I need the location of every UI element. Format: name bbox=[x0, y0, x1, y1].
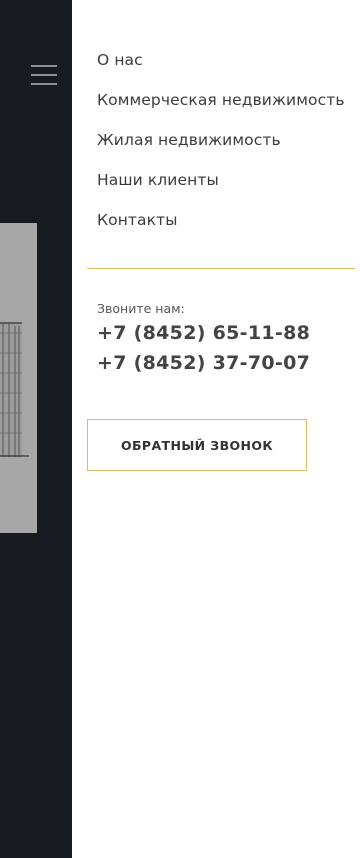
callback-button[interactable]: ОБРАТНЫЙ ЗВОНОК bbox=[87, 419, 307, 471]
nav-list: О нас Коммерческая недвижимость Жилая не… bbox=[97, 49, 345, 249]
nav-link-about[interactable]: О нас bbox=[97, 49, 345, 71]
phone-link-1[interactable]: +7 (8452) 65-11-88 bbox=[97, 322, 310, 344]
nav-link-contacts[interactable]: Контакты bbox=[97, 209, 345, 231]
hamburger-icon[interactable] bbox=[31, 64, 57, 86]
nav-item-clients: Наши клиенты bbox=[97, 169, 345, 209]
nav-link-residential[interactable]: Жилая недвижимость bbox=[97, 129, 345, 151]
burger-line bbox=[31, 65, 57, 67]
building-illustration bbox=[0, 322, 29, 457]
nav-link-clients[interactable]: Наши клиенты bbox=[97, 169, 345, 191]
side-menu-panel: О нас Коммерческая недвижимость Жилая не… bbox=[72, 0, 360, 858]
divider bbox=[87, 268, 355, 269]
phone-link-2[interactable]: +7 (8452) 37-70-07 bbox=[97, 352, 310, 374]
call-us-label: Звоните нам: bbox=[97, 301, 185, 316]
nav-item-commercial: Коммерческая недвижимость bbox=[97, 89, 345, 129]
burger-line bbox=[31, 83, 57, 85]
nav-item-contacts: Контакты bbox=[97, 209, 345, 249]
building-image bbox=[0, 223, 37, 533]
nav-item-about: О нас bbox=[97, 49, 345, 89]
nav-link-commercial[interactable]: Коммерческая недвижимость bbox=[97, 89, 345, 111]
burger-line bbox=[31, 74, 57, 76]
nav-item-residential: Жилая недвижимость bbox=[97, 129, 345, 169]
